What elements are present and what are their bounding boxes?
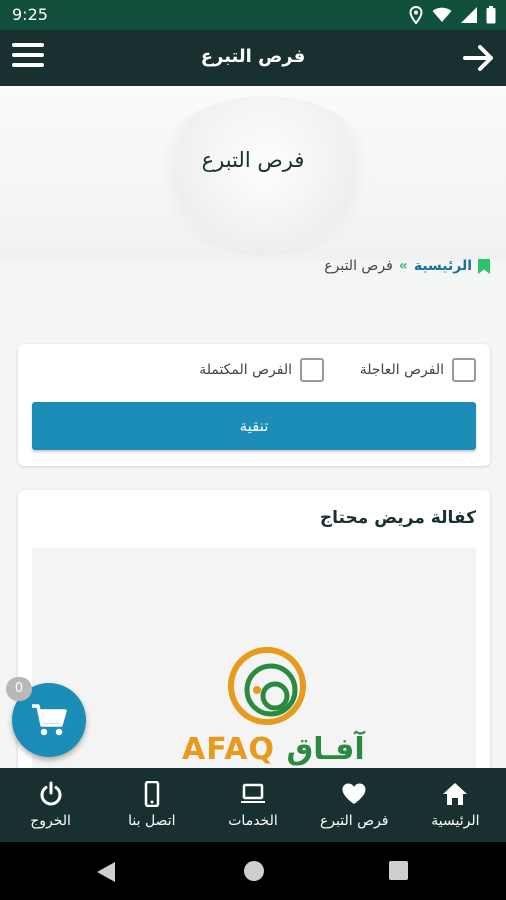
- page-title: فرص التبرع: [201, 148, 305, 172]
- battery-icon: [486, 6, 496, 24]
- heart-icon: [342, 783, 366, 804]
- page-hero: فرص التبرع: [0, 86, 506, 261]
- nav-item-donation-opportunities[interactable]: فرص التبرع: [304, 768, 405, 842]
- opportunity-title[interactable]: كفالة مريض محتاج: [320, 508, 476, 528]
- home-icon: [443, 783, 468, 805]
- arrow-right-icon[interactable]: [462, 42, 496, 74]
- bookmark-icon: [478, 258, 490, 274]
- system-recents-icon[interactable]: [389, 861, 408, 880]
- afaq-logo-icon: [228, 647, 306, 725]
- app-bar: فرص التبرع: [0, 30, 506, 86]
- status-time: 9:25: [12, 5, 48, 24]
- app-bar-title: فرص التبرع: [200, 46, 306, 67]
- opportunity-card[interactable]: كفالة مريض محتاج AFAQ آفـاق: [18, 490, 490, 790]
- urgent-filter-label: الفرص العاجلة: [359, 362, 444, 378]
- nav-item-home[interactable]: الرئيسية: [405, 768, 506, 842]
- nav-item-contact-us[interactable]: اتصل بنا: [101, 768, 202, 842]
- checkbox-box[interactable]: [300, 358, 324, 382]
- nav-item-label: فرص التبرع: [319, 813, 389, 829]
- nav-item-label: الخروج: [30, 813, 71, 829]
- phone-icon: [144, 781, 160, 807]
- hero-background: [150, 96, 380, 256]
- completed-filter-label: الفرص المكتملة: [199, 362, 292, 378]
- cart-count-badge: 0: [6, 677, 32, 701]
- checkbox-box[interactable]: [452, 358, 476, 382]
- system-back-icon[interactable]: [96, 861, 116, 883]
- nav-item-logout[interactable]: الخروج: [0, 768, 101, 842]
- completed-filter-checkbox[interactable]: الفرص المكتملة: [199, 358, 324, 382]
- laptop-icon: [241, 783, 265, 803]
- system-home-icon[interactable]: [244, 861, 264, 881]
- signal-icon: [461, 7, 477, 23]
- opportunity-image[interactable]: AFAQ آفـاق: [32, 548, 476, 790]
- system-nav-bar: [0, 842, 506, 900]
- breadcrumb-current: فرص التبرع: [324, 258, 393, 274]
- nav-item-label: الخدمات: [228, 813, 278, 829]
- nav-item-label: الرئيسية: [431, 813, 480, 829]
- filter-button[interactable]: تنقية: [32, 402, 476, 450]
- breadcrumb: الرئيسية » فرص التبرع: [324, 258, 490, 274]
- power-icon: [40, 781, 62, 806]
- urgent-filter-checkbox[interactable]: الفرص العاجلة: [360, 358, 476, 382]
- bottom-nav: الرئيسية فرص التبرع الخدمات اتصل بنا الخ…: [0, 768, 506, 842]
- afaq-logo-text: AFAQ آفـاق: [182, 732, 365, 767]
- location-icon: [409, 6, 423, 24]
- status-bar: 9:25: [0, 0, 506, 30]
- wifi-icon: [432, 7, 452, 22]
- breadcrumb-home[interactable]: الرئيسية: [414, 258, 472, 274]
- nav-item-label: اتصل بنا: [128, 813, 176, 829]
- filter-card: الفرص العاجلة الفرص المكتملة تنقية: [18, 344, 490, 466]
- cart-icon: [32, 704, 67, 736]
- breadcrumb-separator: »: [398, 258, 408, 274]
- nav-item-services[interactable]: الخدمات: [202, 768, 303, 842]
